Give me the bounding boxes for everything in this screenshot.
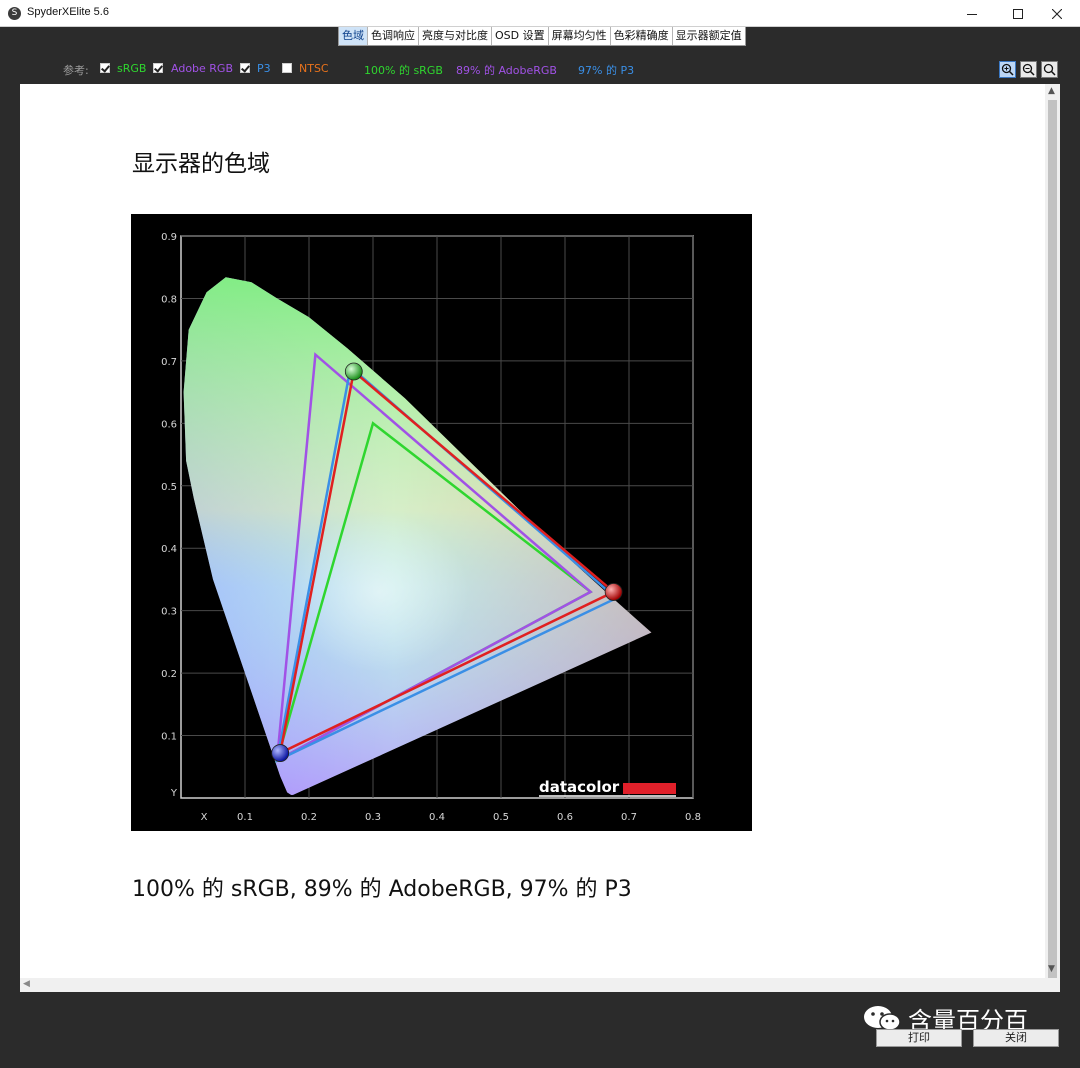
y-tick-label: 0.3 (161, 607, 177, 618)
vertical-scrollbar[interactable]: ▲ ▼ (1045, 84, 1060, 982)
p3-checkbox[interactable] (240, 63, 250, 73)
adobe-rgb-checkbox[interactable] (153, 63, 163, 73)
gamut-chart-svg: 0.1 0.2 0.3 0.4 0.5 0.6 0.7 0.8 0.1 0.2 0.3 0.4 0.5 0… (161, 232, 701, 823)
tab-gamut[interactable]: 色域 (339, 27, 368, 45)
app-icon: S (8, 7, 21, 20)
scroll-up-icon[interactable]: ▲ (1048, 86, 1055, 96)
tab-tone-response[interactable]: 色调响应 (368, 27, 419, 45)
x-tick-label: 0.1 (237, 812, 253, 823)
x-tick-label: 0.8 (685, 812, 701, 823)
x-tick-label: 0.3 (365, 812, 381, 823)
title-bar: S SpyderXElite 5.6 (0, 0, 1080, 27)
tab-brightness-contrast[interactable]: 亮度与对比度 (419, 27, 492, 45)
adobe-rgb-coverage: 89% 的 AdobeRGB (456, 64, 557, 77)
y-tick-label: 0.9 (161, 232, 177, 243)
horizontal-scrollbar[interactable]: ◀ (20, 978, 1045, 992)
minimize-icon[interactable] (949, 0, 995, 27)
x-tick-label: 0.7 (621, 812, 637, 823)
spectral-locus-layer (183, 277, 652, 795)
zoom-fit-icon[interactable] (1041, 61, 1058, 78)
close-icon[interactable] (1034, 0, 1080, 27)
tab-uniformity[interactable]: 屏幕均匀性 (549, 27, 611, 45)
print-button[interactable]: 打印 (876, 1029, 962, 1047)
x-tick-label: 0.2 (301, 812, 317, 823)
x-tick-label: 0.6 (557, 812, 573, 823)
zoom-out-icon[interactable] (1020, 61, 1037, 78)
ntsc-label[interactable]: NTSC (299, 62, 329, 75)
zoom-in-icon[interactable] (999, 61, 1016, 78)
x-axis-label: X (201, 812, 208, 823)
scroll-left-icon[interactable]: ◀ (23, 979, 30, 989)
y-tick-label: 0.6 (161, 419, 177, 430)
x-tick-label: 0.5 (493, 812, 509, 823)
y-tick-label: 0.1 (161, 732, 177, 743)
primary-point-red (604, 583, 623, 601)
datacolor-logo: datacolor (539, 778, 676, 797)
p3-label[interactable]: P3 (257, 62, 271, 75)
scroll-corner (1045, 978, 1060, 992)
primary-point-green (344, 362, 363, 381)
gamut-summary: 100% 的 sRGB, 89% 的 AdobeRGB, 97% 的 P3 (132, 877, 632, 902)
y-tick-label: 0.4 (161, 544, 177, 555)
p3-coverage: 97% 的 P3 (578, 64, 635, 77)
white-point-glow (289, 511, 470, 672)
reference-label: 参考: (63, 64, 89, 77)
adobe-rgb-label[interactable]: Adobe RGB (171, 62, 233, 75)
page-title: 显示器的色域 (132, 151, 270, 177)
srgb-label[interactable]: sRGB (117, 62, 146, 75)
gamut-chart: 0.1 0.2 0.3 0.4 0.5 0.6 0.7 0.8 0.1 0.2 0.3 0.4 0.5 0… (131, 214, 752, 831)
y-tick-label: 0.7 (161, 357, 177, 368)
tab-osd-settings[interactable]: OSD 设置 (492, 27, 549, 45)
srgb-coverage: 100% 的 sRGB (364, 64, 443, 77)
ntsc-checkbox[interactable] (282, 63, 292, 73)
primary-point-blue (271, 744, 290, 762)
report-panel: 显示器的色域 0.1 0.2 0.3 0.4 0.5 0.6 0.7 0.8 0… (20, 84, 1045, 978)
x-tick-label: 0.4 (429, 812, 445, 823)
reference-bar: 参考: sRGB Adobe RGB P3 NTSC 100% 的 sRGB 8… (0, 56, 1080, 82)
srgb-checkbox[interactable] (100, 63, 110, 73)
y-axis-label: Y (170, 788, 178, 799)
y-tick-label: 0.5 (161, 482, 177, 493)
tab-color-accuracy[interactable]: 色彩精确度 (611, 27, 673, 45)
close-button[interactable]: 关闭 (973, 1029, 1059, 1047)
scroll-down-icon[interactable]: ▼ (1048, 964, 1055, 974)
scrollbar-thumb[interactable] (1048, 100, 1057, 982)
y-tick-label: 0.2 (161, 669, 177, 680)
datacolor-label: datacolor (539, 778, 620, 796)
window-title: SpyderXElite 5.6 (27, 6, 109, 18)
tab-display-rating[interactable]: 显示器额定值 (673, 27, 745, 45)
tab-bar: 色域 色调响应 亮度与对比度 OSD 设置 屏幕均匀性 色彩精确度 显示器额定值 (338, 27, 746, 46)
y-tick-label: 0.8 (161, 294, 177, 305)
